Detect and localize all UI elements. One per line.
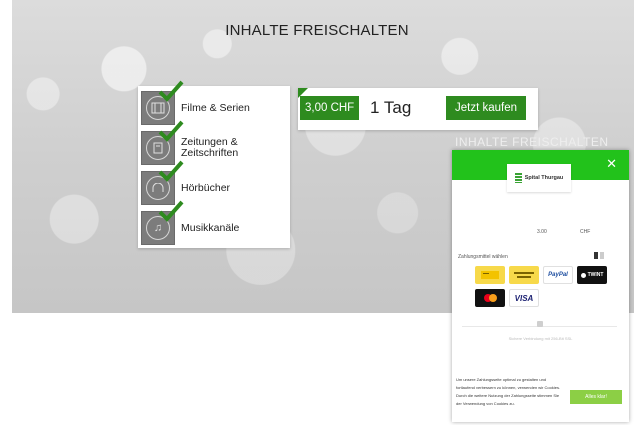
twint-icon <box>580 272 586 278</box>
amount-value: 3.00 <box>537 229 547 235</box>
postfinance-card-icon <box>481 271 499 279</box>
twint-label: TWINT <box>587 272 604 278</box>
page-title: INHALTE FREISCHALTEN <box>225 22 409 39</box>
background-heading-ghost: INHALTE FREISCHALTEN <box>455 135 609 149</box>
lock-icon <box>537 321 543 327</box>
check-icon <box>158 120 184 142</box>
secure-connection-text: Sichere Verbindung mit 256-Bit SSL <box>508 336 573 341</box>
check-icon <box>158 200 184 222</box>
check-icon <box>158 80 184 102</box>
brand-name: Spital Thurgau <box>524 175 564 181</box>
offer-card: 3,00 CHF 1 Tag Jetzt kaufen <box>298 88 538 130</box>
mastercard-button[interactable] <box>475 289 505 307</box>
category-label: Musikkanäle <box>181 221 240 234</box>
paypal-button[interactable]: PayPal <box>543 266 573 284</box>
price-badge: 3,00 CHF <box>300 96 360 120</box>
payment-modal: ✕ Spital Thurgau 3.00 CHF Zahlungsmittel… <box>452 150 629 422</box>
category-label: Zeitungen & Zeitschriften <box>181 136 239 159</box>
cookie-accept-button[interactable]: Alles klar! <box>570 390 622 404</box>
close-icon[interactable]: ✕ <box>606 157 617 171</box>
payment-method-label: Zahlungsmittel wählen <box>458 254 508 260</box>
postfinance-efinance-icon <box>514 272 534 278</box>
category-item-music[interactable]: ♫ Musikkanäle <box>141 200 289 246</box>
offer-flag <box>298 88 308 98</box>
view-toggle-icon[interactable] <box>594 252 604 259</box>
visa-button[interactable]: VISA <box>509 289 539 307</box>
category-label: Filme & Serien <box>181 101 250 114</box>
category-label: Hörbücher <box>181 181 231 194</box>
category-panel: Filme & Serien Zeitungen & Zeitschriften… <box>138 80 290 248</box>
brand-logo: Spital Thurgau <box>507 164 571 192</box>
check-icon <box>158 160 184 182</box>
music-note-icon: ♫ <box>141 200 184 245</box>
logo-mark-icon <box>514 173 522 183</box>
postfinance-card-button[interactable] <box>475 266 505 284</box>
postfinance-efinance-button[interactable] <box>509 266 539 284</box>
cookie-notice-text: Um unsere Zahlungsseite optimal zu gesta… <box>456 377 561 406</box>
offer-duration: 1 Tag <box>370 98 412 117</box>
buy-now-button[interactable]: Jetzt kaufen <box>446 96 526 120</box>
twint-button[interactable]: TWINT <box>577 266 607 284</box>
currency-value: CHF <box>580 229 591 235</box>
